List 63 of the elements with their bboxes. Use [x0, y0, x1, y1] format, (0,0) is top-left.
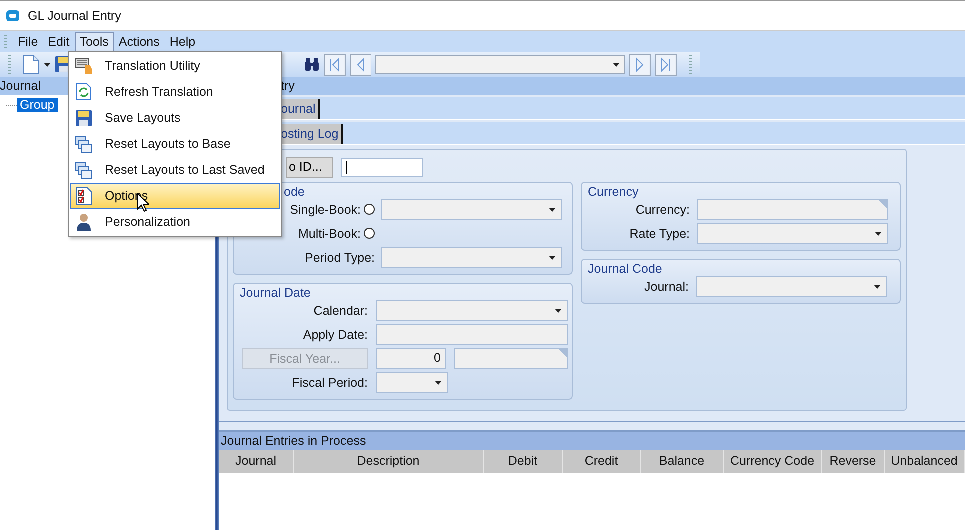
previous-record-icon[interactable]	[350, 54, 372, 76]
new-document-icon[interactable]	[23, 54, 40, 74]
grid-title: Journal Entries in Process	[219, 432, 965, 450]
caret-icon	[549, 256, 556, 260]
dropdown[interactable]	[381, 247, 562, 268]
refresh-document-icon	[75, 83, 93, 101]
group-title: Journal Code	[588, 262, 662, 276]
window-title: GL Journal Entry	[28, 8, 122, 22]
dropdown[interactable]	[696, 276, 887, 297]
next-record-icon[interactable]	[629, 54, 652, 76]
caret-icon	[435, 380, 442, 384]
field-label: Journal:	[644, 280, 689, 294]
group-title: ode	[284, 185, 305, 199]
menu-item[interactable]: Reset Layouts to Base	[70, 131, 280, 157]
field-label: Apply Date:	[303, 328, 368, 342]
caret-icon	[875, 232, 882, 236]
radio-button[interactable]	[364, 228, 375, 239]
person-icon	[75, 213, 93, 231]
menu-item[interactable]: Actions	[114, 32, 165, 52]
menu-item[interactable]: File	[13, 32, 44, 52]
dropdown[interactable]	[381, 199, 562, 220]
caret-icon	[874, 284, 881, 288]
field-label: Rate Type:	[630, 226, 690, 240]
id-field[interactable]	[341, 158, 423, 176]
menu-item[interactable]: Save Layouts	[70, 105, 280, 131]
binoculars-icon[interactable]	[304, 58, 320, 72]
text-field[interactable]	[376, 324, 568, 345]
caret-icon[interactable]	[44, 62, 51, 66]
field-label: Calendar:	[314, 304, 368, 318]
save-icon	[75, 110, 93, 126]
field-label: Single-Book:	[290, 202, 361, 216]
stacked-windows-icon	[75, 162, 93, 178]
app-icon	[6, 10, 20, 22]
caret-icon	[555, 308, 562, 312]
group-title: Currency	[588, 185, 639, 199]
keyboard-hand-icon	[75, 57, 93, 75]
field-label: Currency:	[636, 202, 690, 216]
id-button[interactable]: o ID...	[286, 156, 333, 178]
stacked-windows-icon	[75, 136, 93, 152]
tab[interactable]: osting Log	[281, 124, 343, 144]
menu-item[interactable]: Personalization	[70, 209, 280, 235]
tab[interactable]: ournal	[281, 99, 320, 119]
lookup-field[interactable]	[697, 199, 888, 220]
lookup-field[interactable]	[454, 348, 568, 369]
dropdown[interactable]	[376, 372, 448, 393]
caret-icon	[549, 208, 556, 212]
group-title: Journal Date	[240, 286, 311, 300]
caret-icon	[613, 62, 620, 66]
dropdown[interactable]	[376, 300, 568, 321]
menu-item[interactable]: Reset Layouts to Last Saved	[70, 157, 280, 183]
field-label: Period Type:	[305, 250, 375, 264]
menu-item[interactable]: Tools	[74, 32, 114, 52]
menu-item[interactable]: Edit	[43, 32, 75, 52]
menu-item[interactable]: Help	[164, 32, 201, 52]
last-record-icon[interactable]	[655, 54, 678, 76]
tree-item[interactable]: Group	[17, 98, 58, 112]
dropdown[interactable]	[697, 223, 888, 244]
checklist-icon	[75, 186, 93, 206]
splitter-bar[interactable]	[219, 421, 965, 432]
radio-button[interactable]	[364, 204, 375, 215]
field-label: Multi-Book:	[298, 226, 361, 240]
field-label: Fiscal Period:	[292, 376, 368, 390]
record-dropdown[interactable]	[375, 55, 626, 74]
